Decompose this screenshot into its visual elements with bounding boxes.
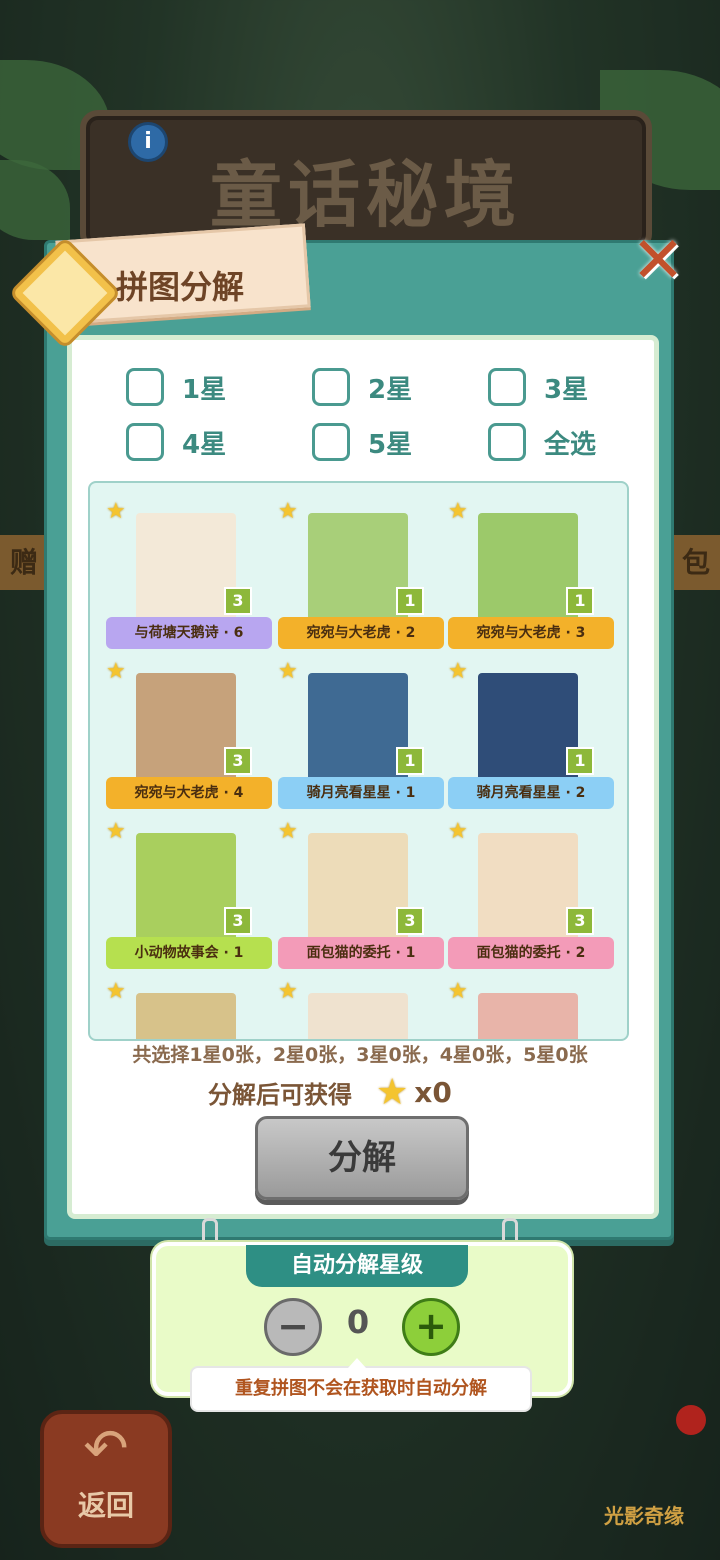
puzzle-piece[interactable]: ★ 3 面包猫的委托 · 1 [278, 819, 448, 979]
star-icon: ★ [448, 819, 468, 844]
back-button[interactable]: ↶ 返回 [40, 1410, 172, 1548]
reward-count: x0 [414, 1076, 452, 1109]
auto-decompose-tip: 重复拼图不会在获取时自动分解 [190, 1358, 532, 1412]
piece-image [136, 833, 236, 941]
piece-image [308, 993, 408, 1039]
star-icon: ★ [106, 659, 126, 684]
star-icon: ★ [106, 979, 126, 1004]
piece-label: 宛宛与大老虎 · 2 [278, 617, 444, 649]
decrease-button[interactable]: − [264, 1298, 322, 1356]
reward-row: 分解后可获得 ★ x0 [208, 1072, 452, 1113]
piece-count: 1 [566, 587, 594, 615]
piece-count: 3 [566, 907, 594, 935]
puzzle-piece[interactable]: ★ 1 宛宛与大老虎 · 2 [278, 499, 448, 659]
filter-3-star[interactable]: 3星 [488, 368, 588, 406]
piece-label: 面包猫的委托 · 2 [448, 937, 614, 969]
filter-label: 3星 [544, 374, 589, 405]
filter-4-star[interactable]: 4星 [126, 423, 226, 461]
game-logo: 光影奇缘 [604, 1504, 684, 1528]
piece-count: 1 [566, 747, 594, 775]
piece-image [308, 833, 408, 941]
back-arrow-icon: ↶ [83, 1417, 129, 1480]
puzzle-piece[interactable]: ★ 1 骑月亮看星星 · 1 [278, 659, 448, 819]
puzzle-piece[interactable]: ★ 3 面包猫的委托 · 2 [448, 819, 618, 979]
star-icon: ★ [278, 499, 298, 524]
piece-label: 骑月亮看星星 · 2 [448, 777, 614, 809]
star-icon: ★ [278, 979, 298, 1004]
auto-star-level: 0 [346, 1303, 370, 1341]
back-button-label: 返回 [77, 1489, 134, 1522]
dialog-title: 拼图分解 [116, 268, 245, 306]
puzzle-piece[interactable]: ★ [106, 979, 276, 1039]
filter-select-all[interactable]: 全选 [488, 423, 596, 461]
piece-label: 与荷塘天鹅诗 · 6 [106, 617, 272, 649]
decompose-button[interactable]: 分解 [255, 1116, 469, 1200]
puzzle-piece[interactable]: ★ 1 骑月亮看星星 · 2 [448, 659, 618, 819]
piece-label: 宛宛与大老虎 · 3 [448, 617, 614, 649]
info-icon[interactable]: i [128, 122, 168, 162]
filter-label: 全选 [544, 429, 597, 460]
puzzle-piece[interactable]: ★ 3 小动物故事会 · 1 [106, 819, 276, 979]
piece-image [308, 513, 408, 621]
piece-image [478, 673, 578, 781]
filter-label: 5星 [368, 429, 413, 460]
filter-2-star[interactable]: 2星 [312, 368, 412, 406]
star-icon: ★ [448, 499, 468, 524]
increase-button[interactable]: + [402, 1298, 460, 1356]
filter-1-star[interactable]: 1星 [126, 368, 226, 406]
piece-count: 3 [224, 907, 252, 935]
left-side-tab[interactable]: 赠 [0, 535, 49, 590]
piece-count: 3 [224, 587, 252, 615]
puzzle-grid[interactable]: ★ 3 与荷塘天鹅诗 · 6 ★ 1 宛宛与大老虎 · 2 ★ 1 宛宛与大老虎… [88, 481, 629, 1041]
piece-image [478, 833, 578, 941]
checkbox[interactable] [488, 423, 526, 461]
piece-image [478, 993, 578, 1039]
piece-image [136, 993, 236, 1039]
filter-label: 2星 [368, 374, 413, 405]
filter-label: 1星 [182, 374, 227, 405]
banner-title: 童话秘境 [209, 153, 522, 237]
title-banner: 童话秘境 [80, 110, 652, 252]
checkbox[interactable] [126, 368, 164, 406]
puzzle-piece[interactable]: ★ 1 宛宛与大老虎 · 3 [448, 499, 618, 659]
piece-count: 1 [396, 587, 424, 615]
selection-summary: 共选择1星0张，2星0张，3星0张，4星0张，5星0张 [132, 1044, 588, 1066]
star-icon: ★ [448, 979, 468, 1004]
piece-label: 骑月亮看星星 · 1 [278, 777, 444, 809]
puzzle-piece[interactable]: ★ [278, 979, 448, 1039]
puzzle-piece[interactable]: ★ 3 与荷塘天鹅诗 · 6 [106, 499, 276, 659]
close-icon[interactable]: ✕ [630, 229, 686, 293]
piece-image [478, 513, 578, 621]
filter-5-star[interactable]: 5星 [312, 423, 412, 461]
piece-image [136, 513, 236, 621]
checkbox[interactable] [126, 423, 164, 461]
piece-count: 3 [396, 907, 424, 935]
piece-count: 1 [396, 747, 424, 775]
puzzle-piece[interactable]: ★ 3 宛宛与大老虎 · 4 [106, 659, 276, 819]
right-side-tab[interactable]: 包 [671, 535, 720, 590]
star-icon: ★ [448, 659, 468, 684]
reward-label: 分解后可获得 [208, 1081, 352, 1109]
star-icon: ★ [278, 819, 298, 844]
star-icon: ★ [106, 499, 126, 524]
star-icon: ★ [106, 819, 126, 844]
auto-decompose-title: 自动分解星级 [246, 1245, 468, 1287]
checkbox[interactable] [312, 423, 350, 461]
red-orb-decoration [676, 1405, 706, 1435]
star-icon: ★ [278, 659, 298, 684]
filter-label: 4星 [182, 429, 227, 460]
piece-label: 宛宛与大老虎 · 4 [106, 777, 272, 809]
puzzle-piece[interactable]: ★ [448, 979, 618, 1039]
checkbox[interactable] [312, 368, 350, 406]
star-icon: ★ [376, 1072, 409, 1113]
checkbox[interactable] [488, 368, 526, 406]
piece-label: 面包猫的委托 · 1 [278, 937, 444, 969]
piece-label: 小动物故事会 · 1 [106, 937, 272, 969]
piece-image [136, 673, 236, 781]
piece-image [308, 673, 408, 781]
piece-count: 3 [224, 747, 252, 775]
